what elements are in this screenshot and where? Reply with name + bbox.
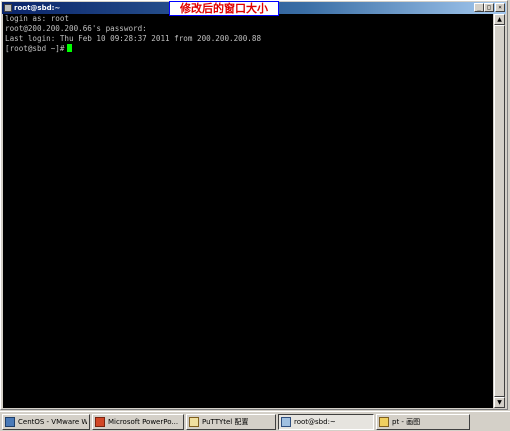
vmware-icon [5, 416, 15, 427]
annotation-label: 修改后的窗口大小 [169, 1, 279, 16]
taskbar-item-label: CentOS - VMware W... [18, 417, 87, 426]
desktop: root@sbd:~ _ □ × login as: root root@200… [0, 0, 510, 431]
taskbar: CentOS - VMware W... Microsoft PowerPo..… [0, 411, 510, 431]
terminal-line: root@200.200.200.66's password: [5, 24, 147, 33]
maximize-button[interactable]: □ [484, 3, 494, 12]
putty-window: root@sbd:~ _ □ × login as: root root@200… [0, 0, 508, 410]
putty-config-icon [189, 416, 199, 427]
taskbar-item-vmware[interactable]: CentOS - VMware W... [2, 413, 90, 430]
scroll-up-arrow-icon[interactable]: ▲ [494, 14, 505, 25]
minimize-button[interactable]: _ [474, 3, 484, 12]
vertical-scrollbar[interactable]: ▲ ▼ [493, 14, 505, 408]
powerpoint-icon [95, 416, 105, 427]
terminal-prompt-line: [root@sbd ~]# [5, 44, 493, 54]
taskbar-item-putty-config[interactable]: PuTTYtel 配置 [186, 413, 276, 430]
paint-icon [379, 416, 389, 427]
close-button[interactable]: × [495, 3, 505, 12]
text-cursor [67, 44, 73, 52]
terminal-screen[interactable]: login as: root root@200.200.200.66's pas… [3, 14, 495, 408]
taskbar-item-powerpoint[interactable]: Microsoft PowerPo... [92, 413, 184, 430]
shell-prompt: [root@sbd ~]# [5, 44, 65, 53]
putty-window-icon[interactable] [4, 4, 12, 12]
window-title: root@sbd:~ [14, 4, 61, 12]
taskbar-item-label: pt - 画图 [392, 417, 421, 426]
scrollbar-thumb[interactable] [494, 25, 505, 397]
window-controls: _ □ × [474, 3, 505, 12]
taskbar-item-label: PuTTYtel 配置 [202, 417, 249, 426]
taskbar-item-putty-session[interactable]: root@sbd:~ [278, 413, 374, 430]
taskbar-item-label: root@sbd:~ [294, 417, 336, 426]
taskbar-item-label: Microsoft PowerPo... [108, 417, 179, 426]
scroll-down-arrow-icon[interactable]: ▼ [494, 397, 505, 408]
terminal-line: Last login: Thu Feb 10 09:28:37 2011 fro… [5, 34, 262, 43]
taskbar-item-paint[interactable]: pt - 画图 [376, 413, 470, 430]
putty-icon [281, 416, 291, 427]
